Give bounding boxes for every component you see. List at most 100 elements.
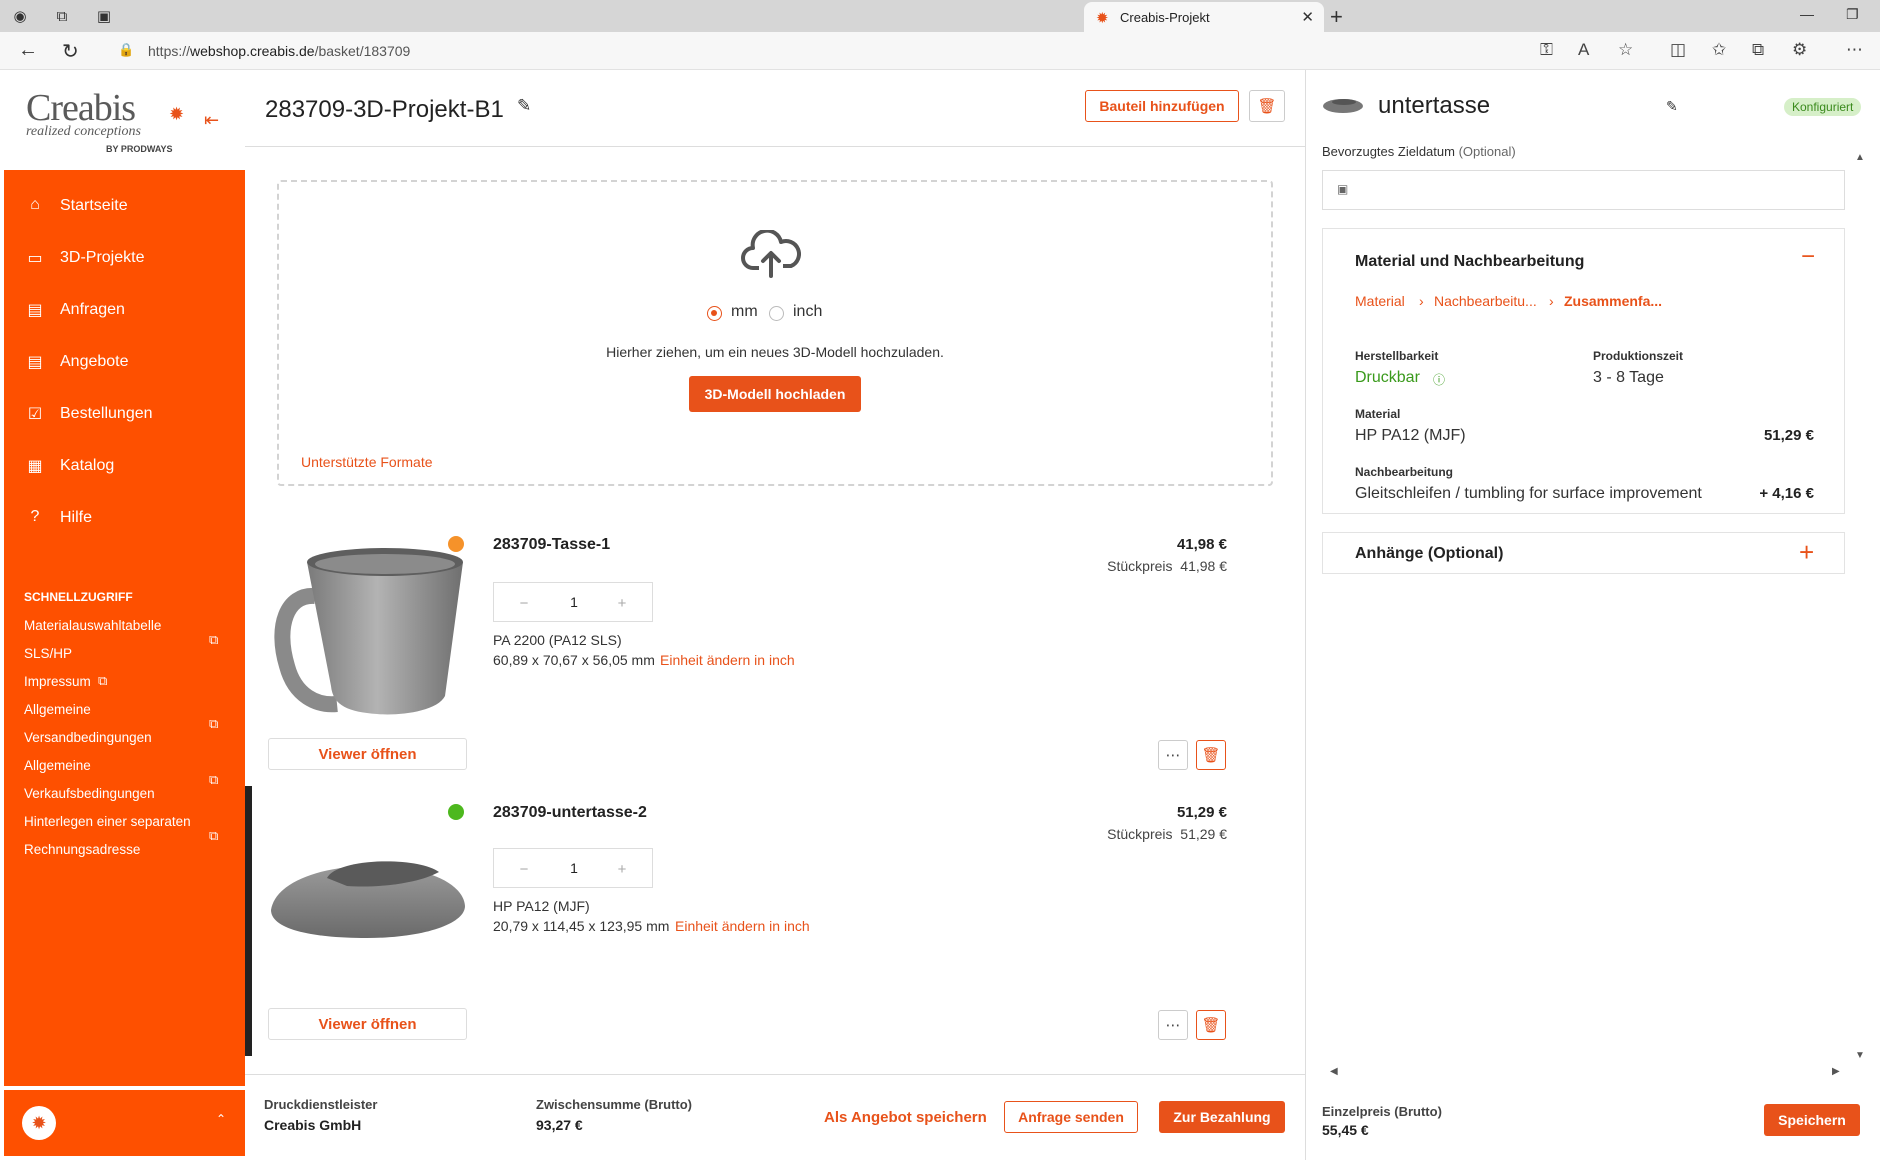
saucer-mini-icon xyxy=(1323,99,1363,113)
sidebar-item-katalog[interactable]: ▦ Katalog xyxy=(4,446,245,486)
logo-tagline: realized conceptions xyxy=(26,124,141,139)
key-icon[interactable]: ⚿ xyxy=(1540,40,1553,60)
sidebar-item-angebote[interactable]: ▤ Angebote xyxy=(4,342,245,382)
more-options-icon[interactable]: ⋯ xyxy=(1158,740,1188,770)
quantity-value[interactable]: 1 xyxy=(554,860,594,876)
selection-indicator xyxy=(245,786,252,1056)
scroll-down-icon[interactable]: ▼ xyxy=(1855,1050,1865,1061)
new-tab-icon[interactable]: + xyxy=(1330,4,1343,30)
sidebar-item-startseite[interactable]: ⌂ Startseite xyxy=(4,186,245,226)
decrement-button[interactable]: − xyxy=(512,857,536,881)
collapse-sidebar-icon[interactable]: ⇤ xyxy=(204,110,219,131)
quick-link-sales-line2[interactable]: Verkaufsbedingungen xyxy=(24,786,155,801)
quick-link-sales[interactable]: Allgemeine xyxy=(24,758,91,773)
calendar-icon[interactable]: ▣ xyxy=(1337,182,1348,196)
open-viewer-button[interactable]: Viewer öffnen xyxy=(268,1008,467,1040)
quick-link-shipping[interactable]: Allgemeine xyxy=(24,702,91,717)
more-options-icon[interactable]: ⋯ xyxy=(1158,1010,1188,1040)
edit-title-icon[interactable]: ✎ xyxy=(517,96,531,116)
reload-icon[interactable]: ↻ xyxy=(62,39,79,64)
split-screen-icon[interactable]: ◫ xyxy=(1670,40,1686,60)
avatar[interactable]: ✹ xyxy=(22,1106,56,1140)
send-inquiry-button[interactable]: Anfrage senden xyxy=(1004,1101,1138,1133)
quick-link-material-table[interactable]: Materialauswahltabelle xyxy=(24,618,161,633)
sidebar-item-3d-projekte[interactable]: ▭ 3D-Projekte xyxy=(4,238,245,278)
save-as-offer-link[interactable]: Als Angebot speichern xyxy=(824,1109,987,1126)
quick-link-billing-address-line2[interactable]: Rechnungsadresse xyxy=(24,842,140,857)
back-icon[interactable]: ← xyxy=(18,39,38,62)
quantity-stepper[interactable]: − 1 + xyxy=(493,582,653,622)
header-divider xyxy=(245,146,1305,147)
target-date-field[interactable]: ▣ xyxy=(1322,170,1845,210)
delete-part-icon[interactable]: 🗑 xyxy=(1196,1010,1226,1040)
attachments-heading[interactable]: Anhänge (Optional) xyxy=(1355,545,1503,563)
material-label: Material xyxy=(1355,407,1401,421)
quantity-stepper[interactable]: − 1 + xyxy=(493,848,653,888)
open-viewer-button[interactable]: Viewer öffnen xyxy=(268,738,467,770)
part-unit-price: Stückpreis 51,29 € xyxy=(1107,826,1227,842)
add-part-button[interactable]: Bauteil hinzufügen xyxy=(1085,90,1239,122)
edit-name-icon[interactable]: ✎ xyxy=(1666,98,1678,115)
quick-link-impressum[interactable]: Impressum xyxy=(24,674,91,689)
read-aloud-icon[interactable]: A xyxy=(1578,40,1589,60)
close-tab-icon[interactable]: ✕ xyxy=(1301,8,1314,26)
quantity-value[interactable]: 1 xyxy=(554,594,594,610)
info-icon[interactable]: ⓘ xyxy=(1433,371,1445,388)
checkout-button[interactable]: Zur Bezahlung xyxy=(1159,1101,1285,1133)
chevron-up-icon[interactable]: ⌃ xyxy=(216,1112,226,1126)
material-section-heading[interactable]: Material und Nachbearbeitung xyxy=(1355,253,1584,271)
quick-link-material-table-line2[interactable]: SLS/HP xyxy=(24,646,72,661)
sidebar-item-anfragen[interactable]: ▤ Anfragen xyxy=(4,290,245,330)
production-time-label: Produktionszeit xyxy=(1593,349,1684,363)
change-unit-link[interactable]: Einheit ändern in inch xyxy=(675,918,810,934)
catalog-icon: ▦ xyxy=(27,458,43,475)
basket-footer: Druckdienstleister Creabis GmbH Zwischen… xyxy=(245,1074,1305,1158)
crumb-post-processing[interactable]: Nachbearbeitu... xyxy=(1434,293,1537,309)
sidebar-item-bestellungen[interactable]: ☑ Bestellungen xyxy=(4,394,245,434)
increment-button[interactable]: + xyxy=(610,857,634,881)
favorite-star-icon[interactable]: ☆ xyxy=(1618,40,1633,60)
orders-icon: ☑ xyxy=(27,406,43,423)
quick-link-billing-address[interactable]: Hinterlegen einer separaten xyxy=(24,814,191,829)
part-name: 283709-Tasse-1 xyxy=(493,536,611,553)
delete-project-icon[interactable]: 🗑 xyxy=(1249,90,1285,122)
part-row[interactable]: 283709-Tasse-1 41,98 € Stückpreis 41,98 … xyxy=(245,526,1305,796)
user-menu[interactable]: ✹ ⌃ xyxy=(4,1090,245,1156)
quick-link-shipping-line2[interactable]: Versandbedingungen xyxy=(24,730,152,745)
workspaces-icon[interactable]: ⧉ xyxy=(50,4,74,28)
scroll-left-icon[interactable]: ◀ xyxy=(1330,1066,1338,1077)
part-row-selected[interactable]: 283709-untertasse-2 51,29 € Stückpreis 5… xyxy=(245,786,1305,1056)
sidebar: ⌂ Startseite ▭ 3D-Projekte ▤ Anfragen ▤ … xyxy=(4,170,245,1090)
tab-actions-icon[interactable]: ▣ xyxy=(92,4,116,28)
more-icon[interactable]: ⋯ xyxy=(1846,40,1863,60)
scroll-right-icon[interactable]: ▶ xyxy=(1832,1066,1840,1077)
delete-part-icon[interactable]: 🗑 xyxy=(1196,740,1226,770)
folder-icon: ▭ xyxy=(27,250,43,267)
profile-icon[interactable]: ◉ xyxy=(8,4,32,28)
decrement-button[interactable]: − xyxy=(512,591,536,615)
save-button[interactable]: Speichern xyxy=(1764,1104,1860,1136)
extensions-icon[interactable]: ⚙ xyxy=(1792,40,1807,60)
unit-inch-label[interactable]: inch xyxy=(793,303,822,321)
crumb-material[interactable]: Material xyxy=(1355,293,1405,309)
increment-button[interactable]: + xyxy=(610,591,634,615)
change-unit-link[interactable]: Einheit ändern in inch xyxy=(660,652,795,668)
sidebar-item-hilfe[interactable]: ? Hilfe xyxy=(4,498,245,538)
url-field[interactable]: 🔒 https://webshop.creabis.de/basket/1837… xyxy=(104,36,1674,66)
restore-icon[interactable]: ❐ xyxy=(1846,6,1859,23)
crumb-summary[interactable]: Zusammenfa... xyxy=(1564,293,1662,309)
favorites-icon[interactable]: ✩ xyxy=(1712,40,1726,60)
collapse-icon[interactable]: − xyxy=(1801,243,1815,271)
unit-inch-radio[interactable] xyxy=(769,306,784,321)
scroll-up-icon[interactable]: ▲ xyxy=(1855,152,1865,163)
upload-dropzone[interactable]: mm inch Hierher ziehen, um ein neues 3D-… xyxy=(277,180,1273,486)
attachments-section[interactable]: Anhänge (Optional) + xyxy=(1322,532,1845,574)
unit-mm-label[interactable]: mm xyxy=(731,303,758,321)
upload-model-button[interactable]: 3D-Modell hochladen xyxy=(689,376,861,412)
unit-mm-radio[interactable] xyxy=(707,306,722,321)
expand-icon[interactable]: + xyxy=(1799,537,1814,568)
minimize-icon[interactable]: — xyxy=(1800,6,1814,22)
browser-tab-active[interactable]: ✹ Creabis-Projekt ✕ xyxy=(1084,2,1324,32)
supported-formats-link[interactable]: Unterstützte Formate xyxy=(301,454,433,470)
collections-icon[interactable]: ⧉ xyxy=(1752,40,1764,60)
